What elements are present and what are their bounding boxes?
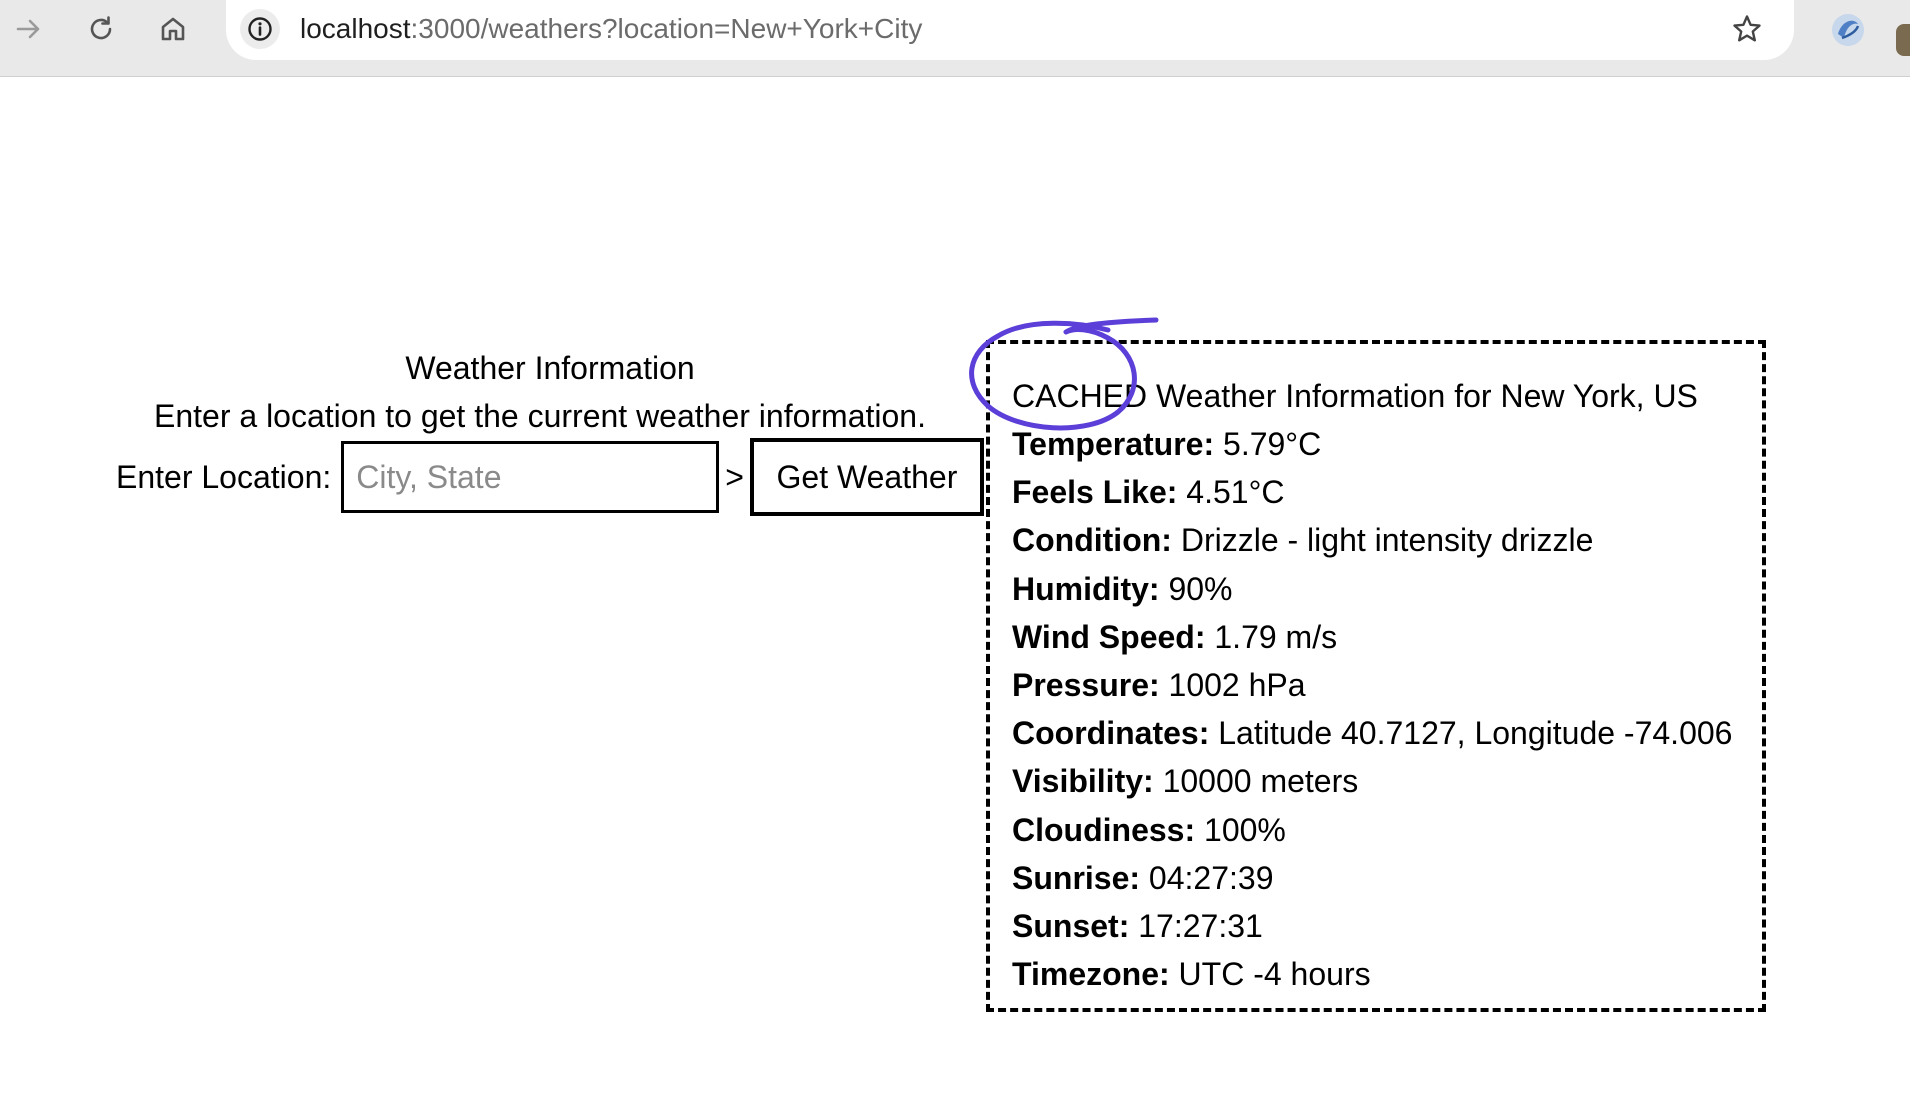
result-value: 90% [1159, 570, 1233, 607]
result-label: Visibility: [1012, 763, 1154, 800]
result-row-sunrise: Sunrise: 04:27:39 [1012, 854, 1762, 902]
home-icon [161, 17, 185, 41]
url-host: localhost [300, 13, 411, 44]
result-value: 1.79 m/s [1205, 618, 1338, 655]
result-label: Wind Speed: [1012, 618, 1206, 655]
extension-icon[interactable] [1828, 10, 1868, 50]
extension-icon-secondary[interactable] [1896, 24, 1910, 56]
url-path: :3000/weathers?location=New+York+City [410, 13, 923, 44]
result-row-pressure: Pressure: 1002 hPa [1012, 661, 1762, 709]
location-form-row: Enter Location: > Get Weather [116, 438, 984, 516]
forward-button[interactable] [10, 10, 48, 48]
result-label: Condition: [1012, 522, 1172, 559]
bookmark-button[interactable] [1728, 10, 1766, 48]
result-label: Cloudiness: [1012, 811, 1196, 848]
weather-result-panel: CACHED Weather Information for New York,… [986, 340, 1766, 1012]
reload-icon [90, 16, 112, 40]
result-value: 100% [1195, 811, 1286, 848]
result-label: Sunset: [1012, 908, 1130, 945]
form-description: Enter a location to get the current weat… [154, 398, 926, 434]
result-row-humidity: Humidity: 90% [1012, 565, 1762, 613]
result-label: Sunrise: [1012, 859, 1141, 896]
form-title: Weather Information [90, 348, 1010, 388]
result-value: 5.79°C [1214, 426, 1322, 462]
star-icon [1733, 15, 1761, 42]
address-bar[interactable]: localhost:3000/weathers?location=New+Yor… [226, 0, 1794, 60]
result-value: 04:27:39 [1140, 859, 1274, 896]
location-label: Enter Location: [116, 458, 332, 495]
result-row-feels-like: Feels Like: 4.51°C [1012, 468, 1762, 516]
result-label: Pressure: [1012, 667, 1160, 704]
get-weather-button[interactable]: Get Weather [749, 438, 984, 516]
result-value: 4.51°C [1177, 474, 1285, 511]
result-label: Temperature: [1012, 426, 1215, 462]
result-row-coordinates: Coordinates: Latitude 40.7127, Longitude… [1012, 709, 1762, 757]
separator-text: > [725, 458, 744, 495]
home-button[interactable] [154, 10, 192, 48]
result-value: 1002 hPa [1159, 667, 1306, 704]
result-row-wind-speed: Wind Speed: 1.79 m/s [1012, 613, 1762, 661]
location-input[interactable] [341, 441, 720, 513]
result-row-temperature: Temperature: 5.79°C [1012, 420, 1762, 468]
result-value: Latitude 40.7127, Longitude -74.006 [1209, 715, 1733, 752]
reload-button[interactable] [82, 10, 120, 48]
result-row-visibility: Visibility: 10000 meters [1012, 757, 1762, 805]
url-text[interactable]: localhost:3000/weathers?location=New+Yor… [300, 12, 922, 46]
site-info-button[interactable] [240, 9, 280, 49]
info-icon [248, 17, 272, 41]
result-label: Coordinates: [1012, 715, 1210, 752]
result-value: UTC -4 hours [1169, 956, 1371, 993]
result-title: CACHED Weather Information for New York,… [1012, 378, 1698, 414]
result-row-cloudiness: Cloudiness: 100% [1012, 806, 1762, 854]
arrow-right-icon [16, 19, 40, 39]
result-label: Timezone: [1012, 956, 1170, 993]
result-value: Drizzle - light intensity drizzle [1171, 522, 1594, 559]
result-label: Feels Like: [1012, 474, 1178, 511]
result-value: 10000 meters [1153, 763, 1359, 800]
result-label: Humidity: [1012, 570, 1160, 607]
result-row-condition: Condition: Drizzle - light intensity dri… [1012, 516, 1762, 564]
browser-toolbar: localhost:3000/weathers?location=New+Yor… [0, 0, 1910, 77]
result-row-timezone: Timezone: UTC -4 hours [1012, 950, 1762, 998]
result-row-sunset: Sunset: 17:27:31 [1012, 902, 1762, 950]
result-value: 17:27:31 [1129, 908, 1263, 945]
form-title-text: Weather Information [405, 350, 695, 386]
